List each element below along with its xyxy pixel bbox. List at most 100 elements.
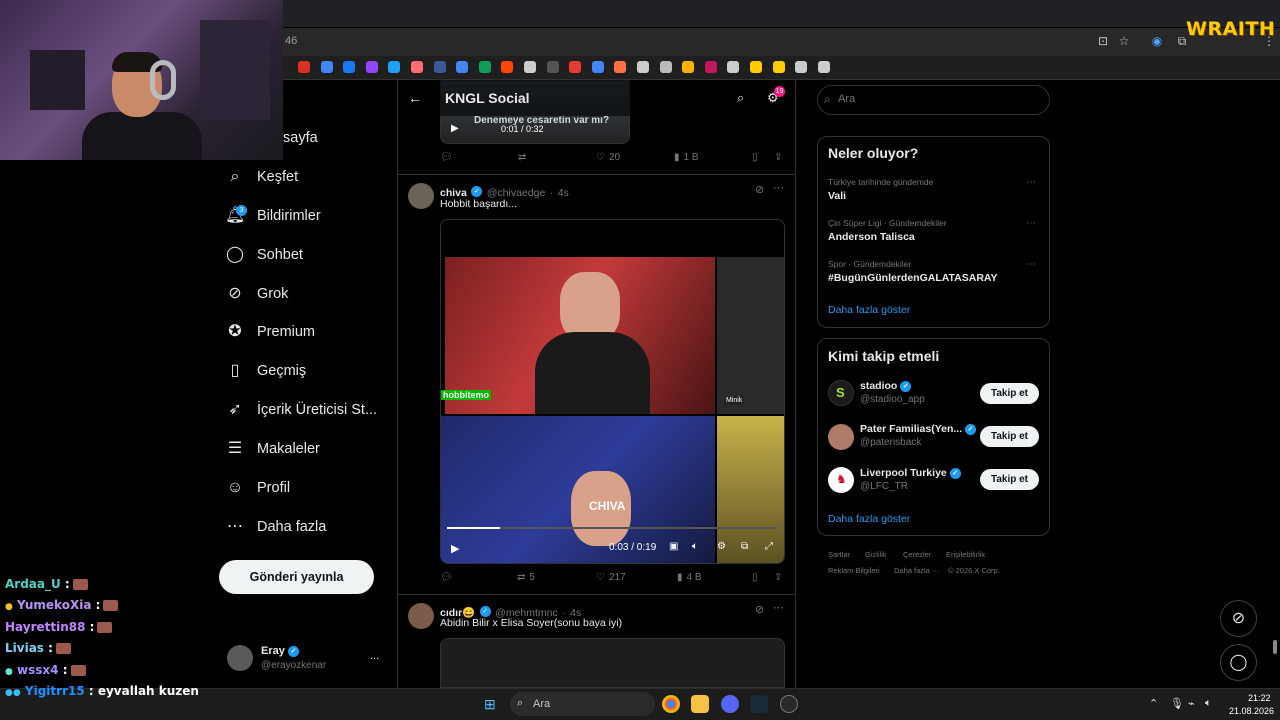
follow-name[interactable]: stadioo ✓ (860, 380, 912, 392)
bookmark-favicon-icon[interactable] (524, 61, 536, 73)
follow-name[interactable]: Liverpool Turkiye ✓ (860, 467, 961, 479)
extension-icon[interactable]: ◉ (1150, 34, 1164, 48)
reply-icon[interactable]: 💬︎ (440, 572, 453, 583)
bookmark-favicon-icon[interactable] (614, 61, 627, 73)
pip-icon[interactable]: ⧉ (741, 541, 748, 552)
bookmark-favicon-icon[interactable] (501, 61, 514, 73)
trend-more-icon[interactable]: ⋯ (1026, 218, 1036, 229)
follow-avatar[interactable] (828, 424, 854, 450)
trend-name[interactable]: Anderson Talisca (828, 231, 915, 243)
bookmark-favicon-icon[interactable] (411, 61, 423, 73)
repost-button[interactable]: ⇄ 5 (517, 572, 535, 583)
follow-avatar[interactable]: ♞ (828, 467, 854, 493)
bookmark-favicon-icon[interactable] (433, 61, 446, 73)
volume-icon[interactable]: 🔈︎ (692, 541, 698, 552)
nav-item-grok[interactable]: ⊘ Grok (225, 279, 288, 309)
footer-link[interactable]: Gizlilik (865, 550, 887, 559)
captions-icon[interactable]: ▣ (669, 541, 678, 552)
search-icon[interactable]: ⌕ (737, 90, 744, 106)
grok-explain-icon[interactable]: ⊘ (755, 183, 764, 196)
bookmark-favicon-icon[interactable] (659, 61, 672, 73)
bookmark-favicon-icon[interactable] (456, 61, 469, 73)
trend-more-icon[interactable]: ⋯ (1026, 177, 1036, 188)
steam-icon[interactable] (750, 695, 768, 713)
bookmark-favicon-icon[interactable] (298, 61, 310, 73)
bookmark-favicon-icon[interactable] (704, 61, 717, 73)
bookmark-favicon-icon[interactable] (388, 61, 401, 73)
bookmark-favicon-icon[interactable] (817, 61, 830, 73)
reply-icon[interactable]: 💬︎ (440, 152, 453, 163)
nav-item-explore[interactable]: ⌕ Keşfet (225, 162, 299, 192)
messages-float-button[interactable]: ◯ (1220, 644, 1257, 681)
account-avatar[interactable] (227, 645, 253, 671)
bookmark-favicon-icon[interactable] (637, 61, 649, 73)
bookmark-favicon-icon[interactable] (727, 61, 740, 73)
clock-date[interactable]: 21.08.2026 (1229, 706, 1274, 716)
follow-button[interactable]: Takip et (980, 469, 1039, 490)
file-explorer-icon[interactable] (691, 695, 709, 713)
account-more-icon[interactable]: ... (370, 650, 379, 662)
footer-link[interactable]: Çerezler (903, 550, 931, 559)
bookmark-favicon-icon[interactable] (365, 61, 378, 73)
post-more-icon[interactable]: ⋯ (773, 601, 784, 614)
bookmark-favicon-icon[interactable] (478, 61, 491, 73)
post-button[interactable]: Gönderi yayınla (219, 560, 374, 594)
footer-link[interactable]: Şartlar (828, 550, 850, 559)
nav-item-premium[interactable]: ✪ Premium (225, 317, 315, 347)
bookmark-favicon-icon[interactable] (569, 61, 582, 73)
clock-time[interactable]: 21:22 (1248, 693, 1271, 703)
nav-home-label[interactable]: sayfa (283, 130, 318, 146)
share-icon[interactable]: ⇪ (774, 152, 782, 163)
scrollbar[interactable] (1271, 80, 1280, 688)
like-button[interactable]: ♡ 217 (596, 572, 626, 583)
bookmark-favicon-icon[interactable] (750, 61, 762, 73)
bookmark-favicon-icon[interactable] (343, 61, 356, 73)
views-button[interactable]: ▮ 4 B (677, 572, 702, 583)
trend-name[interactable]: Vali (828, 190, 846, 202)
nav-item-chat[interactable]: ◯ Sohbet (225, 240, 303, 270)
app-icon[interactable] (780, 695, 798, 713)
follow-button[interactable]: Takip et (980, 383, 1039, 404)
share-icon[interactable]: ⇪ (774, 572, 782, 583)
install-app-icon[interactable]: ⊡ (1096, 34, 1110, 48)
bookmark-icon[interactable]: ▯ (752, 572, 758, 583)
nav-item-articles[interactable]: ☰ Makaleler (225, 434, 320, 464)
post-avatar[interactable] (408, 183, 434, 209)
grok-float-button[interactable]: ⊘ (1220, 600, 1257, 637)
discord-icon[interactable] (721, 695, 739, 713)
follow-avatar[interactable]: S (828, 380, 854, 406)
nav-item-creator-studio[interactable]: ➶ İçerik Üreticisi St... (225, 395, 377, 425)
follow-button[interactable]: Takip et (980, 426, 1039, 447)
footer-link[interactable]: Reklam Bilgileri (828, 566, 880, 575)
grok-explain-icon[interactable]: ⊘ (755, 603, 764, 616)
video-progress-track[interactable] (447, 527, 777, 529)
footer-link[interactable]: Erişilebilirlik (946, 550, 985, 559)
follow-name[interactable]: Pater Familias(Yen... ✓ (860, 423, 977, 435)
settings-icon[interactable]: ⚙ (717, 541, 726, 552)
chrome-taskbar-icon[interactable] (662, 695, 680, 713)
repost-icon[interactable]: ⇄ (518, 152, 526, 163)
trend-more-icon[interactable]: ⋯ (1026, 259, 1036, 270)
scrollbar-thumb[interactable] (1273, 640, 1277, 654)
nav-item-more[interactable]: ⋯ Daha fazla (225, 512, 326, 542)
bookmark-favicon-icon[interactable] (591, 61, 604, 73)
tray-chevron-icon[interactable]: ⌃ (1149, 697, 1158, 710)
post-more-icon[interactable]: ⋯ (773, 181, 784, 194)
windows-start-icon[interactable]: ⊞ (484, 696, 496, 713)
nav-item-profile[interactable]: ☺ Profil (225, 473, 290, 503)
trends-show-more[interactable]: Daha fazla göster (828, 304, 910, 316)
play-icon[interactable]: ▶ (451, 542, 459, 555)
network-icon[interactable]: ⌁ (1188, 697, 1195, 710)
play-icon[interactable]: ▶ (451, 123, 459, 134)
back-arrow-icon[interactable]: ← (408, 90, 422, 106)
bookmark-favicon-icon[interactable] (795, 61, 808, 73)
bookmark-favicon-icon[interactable] (546, 61, 559, 73)
taskbar-search[interactable] (510, 692, 655, 716)
post-video-player[interactable]: hobbitemo Minik CHIVA ▶ 0:03 / 0:19 ▣ 🔈︎… (440, 219, 785, 564)
star-bookmark-icon[interactable]: ☆ (1117, 34, 1131, 48)
microphone-icon[interactable]: 🎙︎ (1170, 697, 1184, 710)
account-name[interactable]: Eray ✓ (261, 645, 299, 657)
bookmark-icon[interactable]: ▯ (752, 152, 758, 163)
nav-item-history[interactable]: ▯ Geçmiş (225, 356, 307, 386)
fullscreen-icon[interactable]: ⤢ (765, 541, 773, 552)
